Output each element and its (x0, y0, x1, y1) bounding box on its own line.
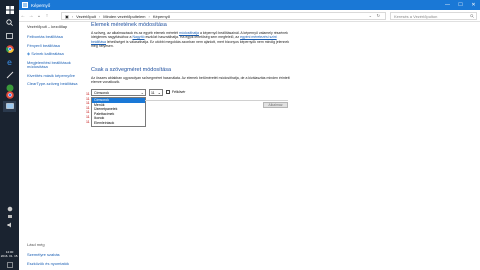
minimize-button[interactable]: — (441, 0, 454, 10)
font-size-value: 11 (151, 90, 155, 95)
text-size-controls: Címsorok ⌄ 11 ⌄ Félkövér (91, 89, 291, 97)
chrome-icon[interactable] (3, 43, 16, 54)
search-input[interactable]: Keresés a Vezérlőpulton (390, 12, 477, 20)
bold-label: Félkövér (172, 90, 186, 95)
size-number-column: 11 11 11 11 11 11 11 (86, 92, 91, 124)
item-dropdown-list: Címsorok Menük Üzenetpanelek Palettacíme… (91, 97, 146, 127)
up-arrow-icon[interactable]: ↑ (43, 12, 51, 20)
size-number: 11 (86, 119, 90, 124)
control-panel-home-link[interactable]: Vezérlőpult – kezdőlap (27, 24, 89, 29)
sidebar-link-project[interactable]: Kivetítés másik képernyőre (27, 73, 89, 79)
sidebar-link-cleartype[interactable]: ClearType-szöveg beállítása (27, 81, 89, 87)
notification-icon[interactable] (3, 259, 16, 270)
see-also-panel: Lásd még Személyre szabás Eszközök és ny… (27, 242, 89, 270)
taskbar: e 14:00 2016. 01. 15. (0, 0, 19, 270)
search-magnifier-icon (470, 14, 474, 19)
divider (145, 100, 288, 101)
left-nav-panel: Vezérlőpult – kezdőlap Felbontás beállít… (27, 24, 89, 91)
window-controls: — ☐ ✕ (441, 0, 480, 10)
breadcrumb-item-display[interactable]: Képernyő (153, 14, 170, 19)
search-icon[interactable] (3, 17, 16, 28)
text-size-heading: Csak a szövegméret módosítása (91, 67, 172, 74)
recent-chevron-icon[interactable]: ⌄ (35, 12, 43, 20)
sidebar-link-calibrate-color[interactable]: ◈ Színek kalibrálása (27, 51, 89, 57)
item-select[interactable]: Címsorok ⌄ (91, 89, 146, 97)
chrome-icon-2[interactable] (3, 89, 16, 100)
maximize-button[interactable]: ☐ (454, 0, 467, 10)
taskbar-clock[interactable]: 14:00 2016. 01. 15. (0, 250, 19, 258)
font-size-select[interactable]: 11 ⌄ (149, 89, 163, 97)
breadcrumb[interactable]: ▣ › Vezérlőpult › Minden vezérlőpultelem… (61, 12, 386, 20)
item-select-value: Címsorok (94, 90, 109, 95)
see-also-personalization-link[interactable]: Személyre szabás (27, 252, 89, 257)
sidebar-link-label: Színek kalibrálása (31, 51, 64, 56)
sidebar-link-resolution[interactable]: Felbontás beállítása (27, 34, 89, 40)
breadcrumb-separator: › (98, 13, 101, 19)
titlebar: Képernyő — ☐ ✕ (19, 0, 480, 10)
svg-text:e: e (7, 58, 12, 66)
edge-icon[interactable]: e (3, 56, 16, 67)
control-panel-window: Képernyő — ☐ ✕ ← → ⌄ ↑ ▣ › Vezérlőpult ›… (19, 0, 480, 270)
chevron-down-icon: ⌄ (157, 90, 161, 96)
pen-icon[interactable] (3, 69, 16, 80)
volume-icon[interactable] (3, 219, 16, 230)
intro-paragraph: A szöveg, az alkalmazások és az egyéb el… (91, 31, 291, 48)
see-also-devices-link[interactable]: Eszközök és nyomtatók (27, 261, 89, 266)
breadcrumb-item-control-panel[interactable]: Vezérlőpult (76, 14, 96, 19)
windows-start-icon[interactable] (3, 4, 16, 15)
dropdown-option[interactable]: Elemleírások (92, 121, 145, 126)
breadcrumb-separator: › (148, 13, 150, 19)
address-dropdown-icon[interactable]: ⌄ (369, 13, 372, 18)
see-also-heading: Lásd még (27, 242, 45, 247)
breadcrumb-separator: › (71, 13, 74, 19)
breadcrumb-item-all-items[interactable]: Minden vezérlőpultelem (103, 14, 145, 19)
control-panel-taskbar-icon[interactable] (3, 101, 16, 112)
apply-button[interactable]: Alkalmaz (263, 102, 288, 108)
intro-text: lehetőséget is választhatja. Ez utóbbi m… (91, 39, 290, 48)
refresh-icon[interactable]: ↻ (377, 13, 380, 18)
chevron-down-icon: ⌄ (140, 90, 144, 96)
forward-arrow-icon[interactable]: → (27, 12, 35, 20)
search-placeholder: Keresés a Vezérlőpulton (394, 13, 438, 19)
shield-icon: ◈ (27, 51, 31, 56)
sidebar-link-brightness[interactable]: Fényerő beállítása (27, 43, 89, 49)
address-bar: ← → ⌄ ↑ ▣ › Vezérlőpult › Minden vezérlő… (19, 10, 480, 22)
display-app-icon (22, 2, 28, 8)
window-title: Képernyő (31, 2, 51, 8)
back-arrow-icon[interactable]: ← (19, 12, 27, 20)
page-title: Elemek méretének módosítása (91, 22, 167, 28)
bold-checkbox[interactable]: Félkövér (166, 90, 186, 95)
sidebar-link-display-settings[interactable]: Megjelenítési beállítások módosítása (27, 60, 89, 70)
close-button[interactable]: ✕ (467, 0, 480, 10)
main-content: Elemek méretének módosítása A szöveg, az… (91, 22, 291, 97)
checkbox-box[interactable] (166, 90, 170, 95)
address-folder-icon: ▣ (65, 13, 69, 19)
text-size-description: Az összes ablakban ugyanolyan szövegmére… (91, 76, 290, 85)
task-view-icon[interactable] (3, 30, 16, 41)
